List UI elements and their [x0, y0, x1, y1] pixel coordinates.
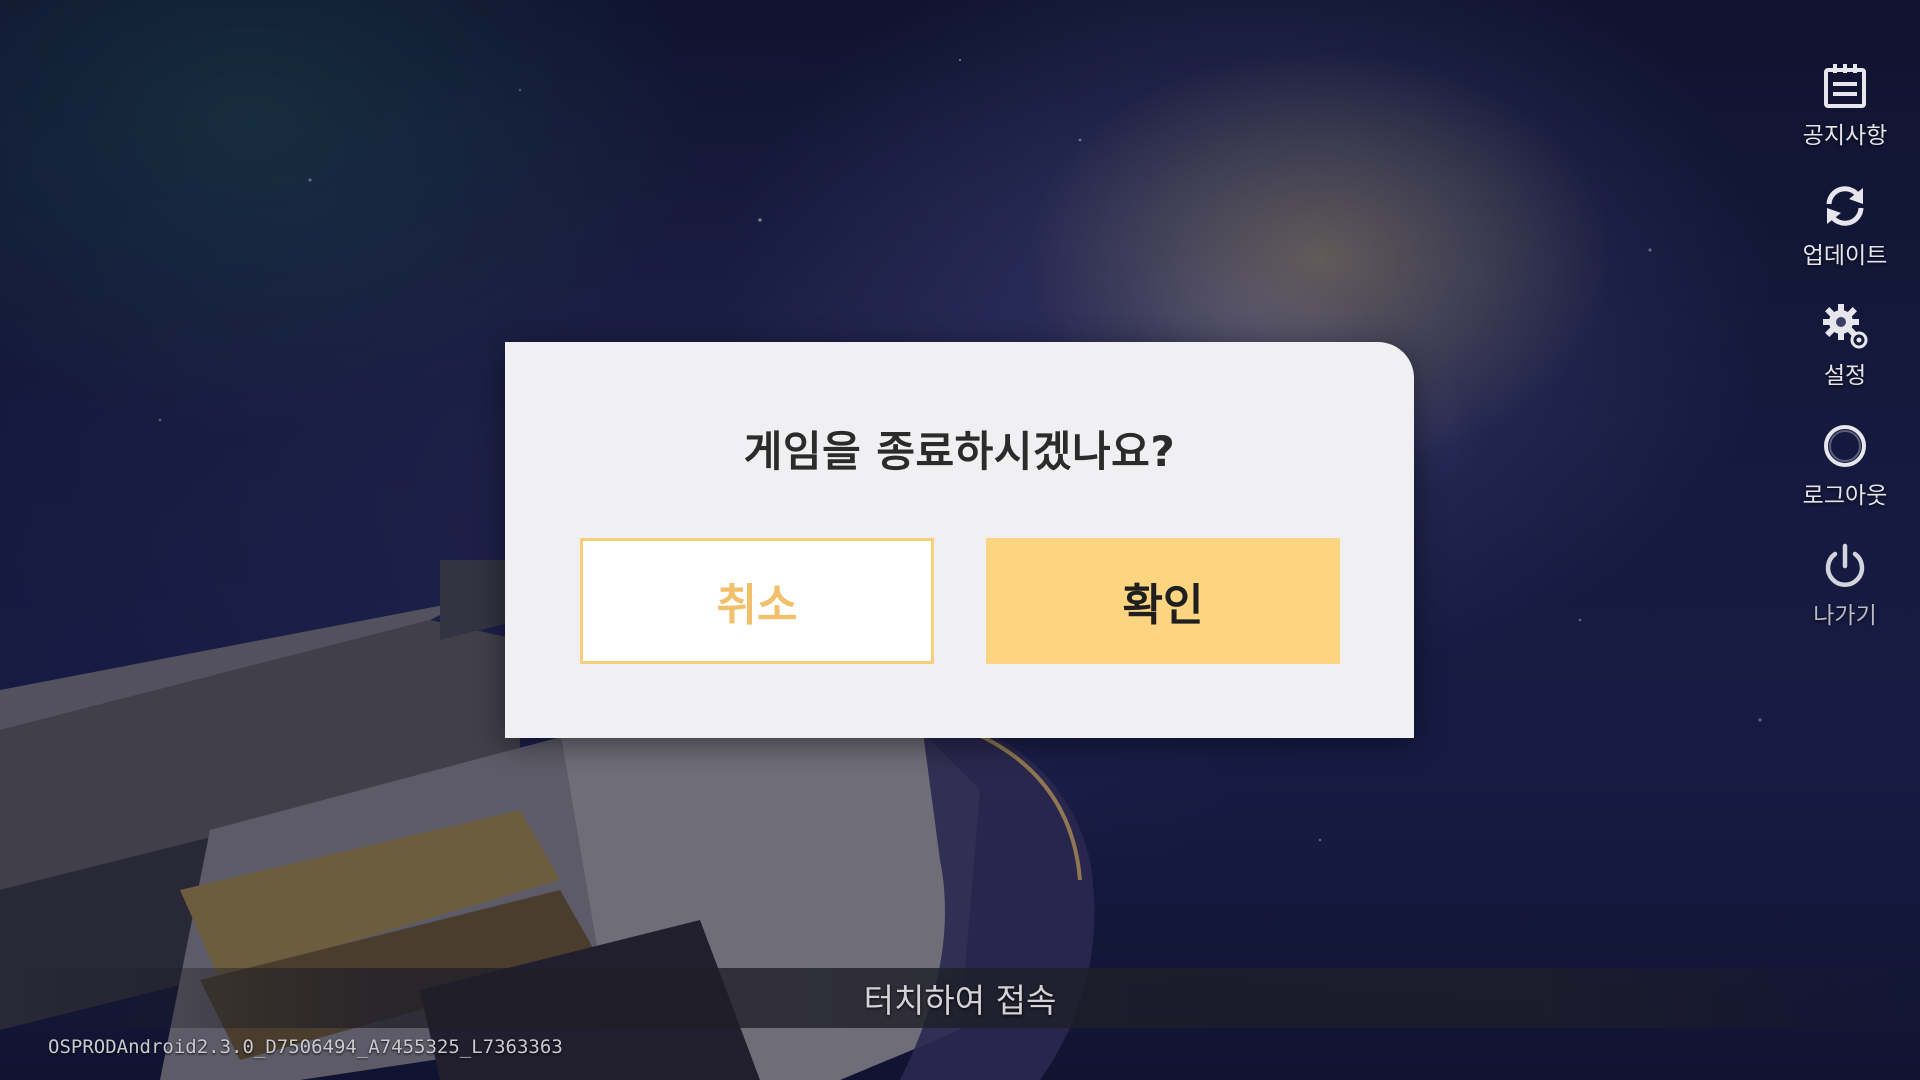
- side-item-exit[interactable]: 나가기: [1770, 540, 1920, 660]
- power-icon: [1825, 543, 1865, 587]
- version-string: OSPRODAndroid2.3.0_D7506494_A7455325_L73…: [48, 1036, 563, 1058]
- side-item-label: 나가기: [1813, 603, 1877, 629]
- cancel-button[interactable]: 취소: [580, 538, 934, 664]
- side-item-settings[interactable]: 설정: [1770, 300, 1920, 420]
- confirm-button[interactable]: 확인: [986, 538, 1340, 664]
- side-item-label: 업데이트: [1802, 243, 1888, 269]
- side-item-label: 설정: [1823, 363, 1867, 389]
- notice-board-icon: [1824, 64, 1866, 108]
- side-item-update[interactable]: 업데이트: [1770, 180, 1920, 300]
- side-item-notice[interactable]: 공지사항: [1770, 60, 1920, 180]
- side-item-logout[interactable]: 로그아웃: [1770, 420, 1920, 540]
- side-item-label: 공지사항: [1802, 123, 1888, 149]
- logout-ring-icon: [1824, 425, 1866, 467]
- dialog-title: 게임을 종료하시겠나요?: [743, 427, 1176, 476]
- gear-icon: [1823, 304, 1868, 349]
- touch-to-connect-bar[interactable]: 터치하여 접속: [0, 968, 1920, 1028]
- side-menu: 공지사항 업데이트 설정 로그아웃 나가기: [1770, 60, 1920, 660]
- exit-confirm-dialog: 게임을 종료하시겠나요? 취소 확인: [505, 342, 1414, 738]
- side-item-label: 로그아웃: [1802, 483, 1888, 509]
- refresh-icon: [1826, 186, 1864, 226]
- touch-prompt: 터치하여 접속: [863, 981, 1057, 1020]
